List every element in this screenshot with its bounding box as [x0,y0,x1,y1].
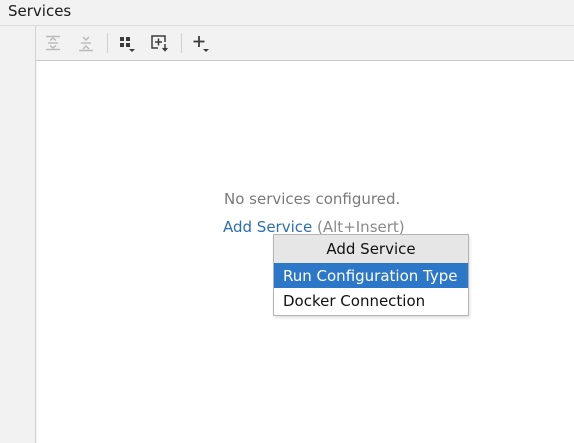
add-button[interactable] [188,30,214,56]
expand-all-button[interactable] [40,30,66,56]
popup-item-run-configuration-type[interactable]: Run Configuration Type [274,263,468,288]
popup-title: Add Service [274,235,468,263]
new-tab-button[interactable] [146,30,172,56]
group-by-button[interactable] [114,30,140,56]
popup-item-docker-connection[interactable]: Docker Connection [274,288,468,313]
toolbar-separator [107,33,108,53]
add-icon [193,36,209,52]
new-tab-icon [151,35,168,52]
group-by-icon [120,37,135,52]
tool-window-header: Services [0,0,574,26]
expand-all-icon [46,35,60,51]
empty-state-message: No services configured. [224,190,401,208]
add-service-popup: Add Service Run Configuration Type Docke… [273,234,469,316]
left-gutter [0,26,36,443]
tool-window-title: Services [8,2,72,20]
toolbar-separator [181,33,182,53]
collapse-all-button[interactable] [73,30,99,56]
collapse-all-icon [79,36,93,52]
services-toolbar [36,26,574,61]
